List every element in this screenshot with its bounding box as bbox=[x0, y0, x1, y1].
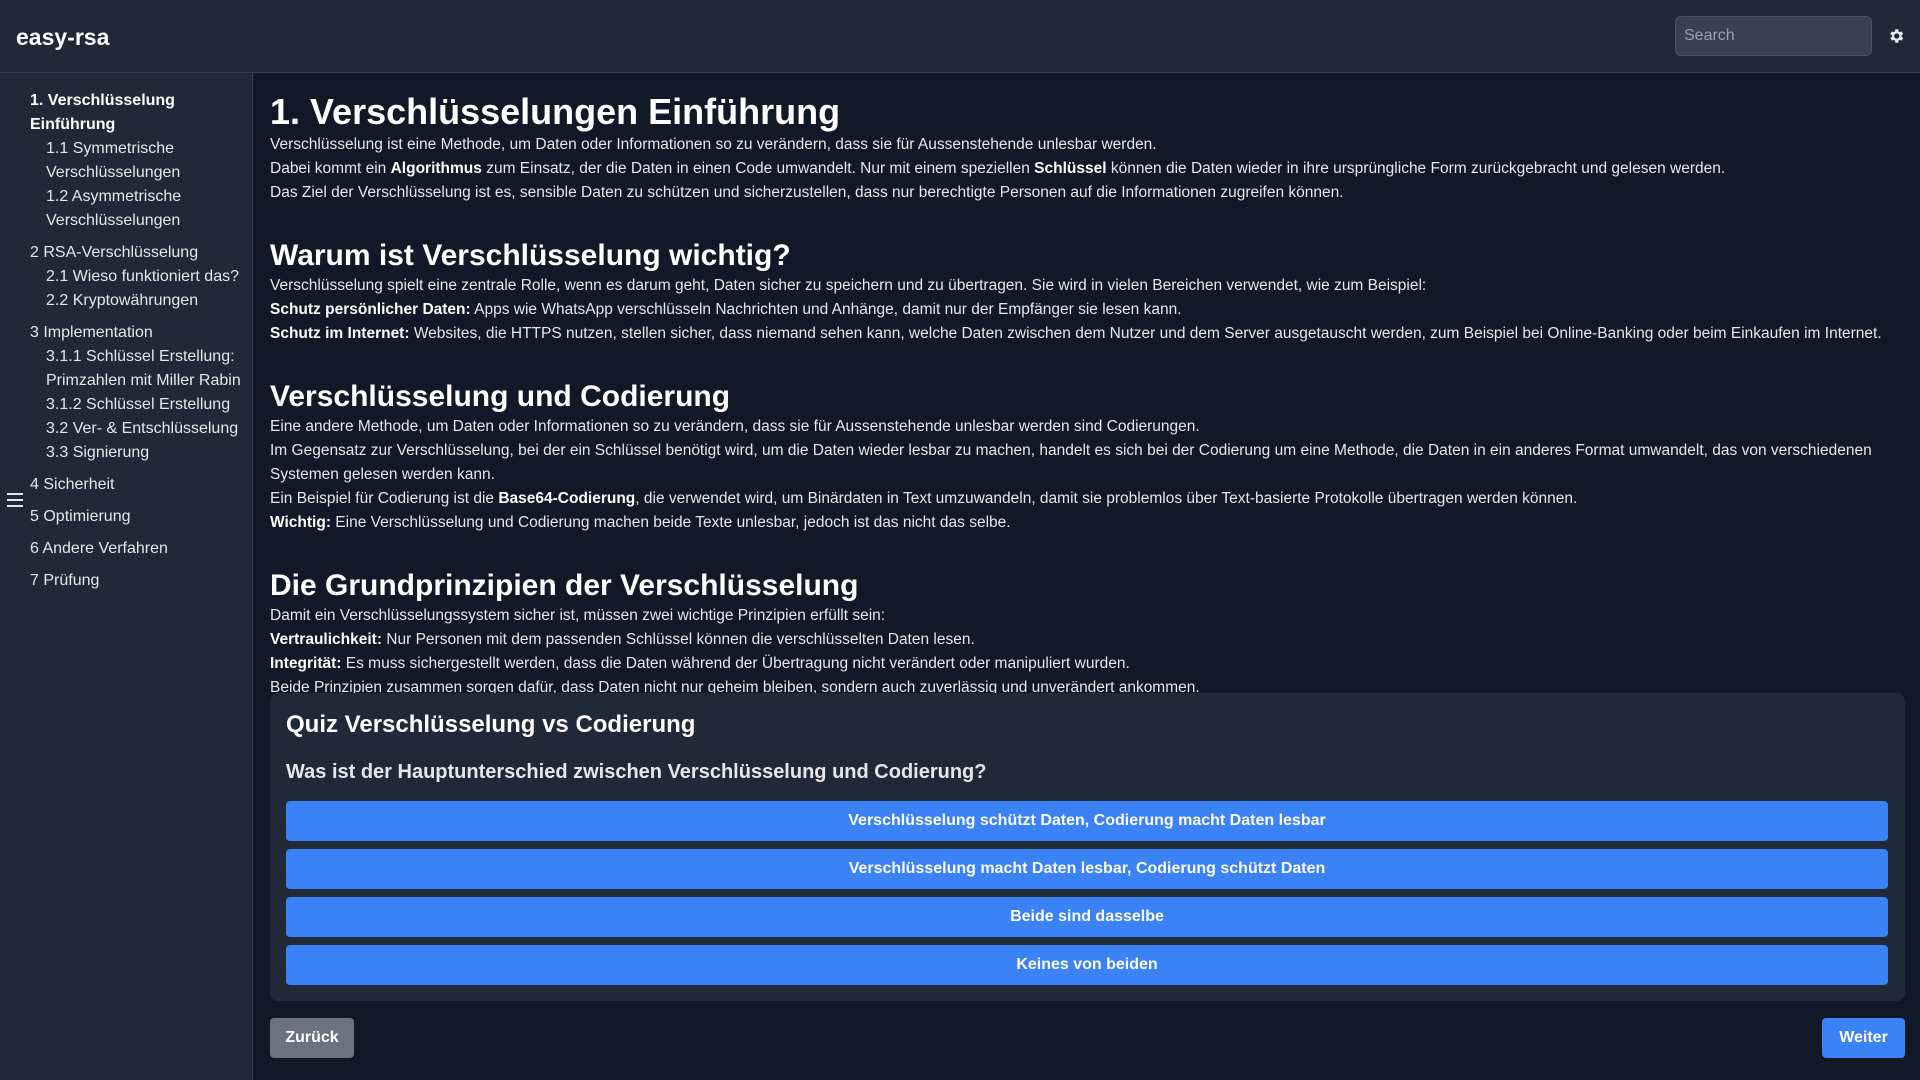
sidebar-item-miller-rabin[interactable]: 3.1.1 Schlüssel Erstellung: Primzahlen m… bbox=[0, 345, 252, 393]
sidebar-item-wieso[interactable]: 2.1 Wieso funktioniert das? bbox=[0, 265, 252, 289]
sidebar-item-krypto[interactable]: 2.2 Kryptowährungen bbox=[0, 289, 252, 313]
menu-bar bbox=[7, 493, 23, 495]
next-button[interactable]: Weiter bbox=[1822, 1018, 1905, 1058]
section-heading-coding: Verschlüsselung und Codierung bbox=[270, 380, 731, 413]
text: Nur Personen mit dem passenden Schlüssel… bbox=[382, 631, 975, 648]
quiz-panel: Quiz Verschlüsselung vs Codierung Was is… bbox=[270, 693, 1905, 1001]
sidebar-item-signierung[interactable]: 3.3 Signierung bbox=[0, 441, 252, 465]
bold-term: Wichtig: bbox=[270, 514, 331, 531]
principles-line-3: Integrität: Es muss sichergestellt werde… bbox=[270, 652, 1905, 676]
text: , die verwendet wird, um Binärdaten in T… bbox=[635, 490, 1578, 507]
why-line-3: Schutz im Internet: Websites, die HTTPS … bbox=[270, 322, 1905, 346]
sidebar-item-andere-verfahren[interactable]: 6 Andere Verfahren bbox=[0, 537, 252, 561]
why-line-2: Schutz persönlicher Daten: Apps wie What… bbox=[270, 298, 1905, 322]
sidebar-item-optimierung[interactable]: 5 Optimierung bbox=[0, 505, 252, 529]
menu-bar bbox=[7, 505, 23, 507]
coding-line-3: Ein Beispiel für Codierung ist die Base6… bbox=[270, 487, 1905, 511]
coding-line-2: Im Gegensatz zur Verschlüsselung, bei de… bbox=[270, 442, 1872, 483]
quiz-title: Quiz Verschlüsselung vs Codierung bbox=[286, 711, 696, 738]
quiz-option-4[interactable]: Keines von beiden bbox=[286, 945, 1888, 985]
quiz-question: Was ist der Hauptunterschied zwischen Ve… bbox=[286, 761, 987, 783]
sidebar-item-ver-entschluesselung[interactable]: 3.2 Ver- & Entschlüsselung bbox=[0, 417, 252, 441]
bold-term: Base64-Codierung bbox=[498, 490, 636, 507]
search-input[interactable] bbox=[1675, 16, 1872, 56]
quiz-option-3[interactable]: Beide sind dasselbe bbox=[286, 897, 1888, 937]
sidebar-item-asymmetrische[interactable]: 1.2 Asymmetrische Verschlüsselungen bbox=[0, 185, 252, 233]
text: zum Einsatz, der die Daten in einen Code… bbox=[481, 160, 1035, 177]
bold-term: Vertraulichkeit: bbox=[270, 631, 382, 648]
quiz-option-1[interactable]: Verschlüsselung schützt Daten, Codierung… bbox=[286, 801, 1888, 841]
top-bar: easy-rsa bbox=[0, 0, 1920, 73]
coding-line-1: Eine andere Methode, um Daten oder Infor… bbox=[270, 418, 1200, 435]
why-line-1: Verschlüsselung spielt eine zentrale Rol… bbox=[270, 277, 1427, 294]
sidebar-item-schluessel-erstellung[interactable]: 3.1.2 Schlüssel Erstellung bbox=[0, 393, 252, 417]
coding-line-4: Wichtig: Eine Verschlüsselung und Codier… bbox=[270, 511, 1905, 535]
principles-line-2: Vertraulichkeit: Nur Personen mit dem pa… bbox=[270, 628, 1905, 652]
bold-term: Schutz persönlicher Daten: bbox=[270, 301, 471, 318]
text: Websites, die HTTPS nutzen, stellen sich… bbox=[409, 325, 1882, 342]
app-brand[interactable]: easy-rsa bbox=[16, 24, 109, 51]
section-heading-principles: Die Grundprinzipien der Verschlüsselung bbox=[270, 569, 859, 602]
main-content: 1. Verschlüsselungen Einführung Verschlü… bbox=[270, 73, 1905, 1080]
bold-term: Algorithmus bbox=[390, 160, 482, 177]
sidebar-item-verschluesselung-einfuehrung[interactable]: 1. Verschlüsselung Einführung bbox=[0, 89, 252, 137]
sidebar-item-rsa[interactable]: 2 RSA-Verschlüsselung bbox=[0, 241, 252, 265]
sidebar-item-sicherheit[interactable]: 4 Sicherheit bbox=[0, 473, 252, 497]
bold-term: Schutz im Internet: bbox=[270, 325, 410, 342]
page-title: 1. Verschlüsselungen Einführung bbox=[270, 91, 841, 132]
sidebar-item-implementation[interactable]: 3 Implementation bbox=[0, 321, 252, 345]
menu-bar bbox=[7, 499, 23, 501]
sidebar-nav: 1. Verschlüsselung Einführung 1.1 Symmet… bbox=[0, 73, 253, 1080]
text: Ein Beispiel für Codierung ist die bbox=[270, 490, 499, 507]
bold-term: Schlüssel bbox=[1034, 160, 1107, 177]
intro-line-2: Dabei kommt ein Algorithmus zum Einsatz,… bbox=[270, 157, 1905, 181]
hamburger-menu-icon[interactable] bbox=[7, 493, 23, 507]
section-heading-why: Warum ist Verschlüsselung wichtig? bbox=[270, 239, 791, 272]
text: Es muss sichergestellt werden, dass die … bbox=[341, 655, 1130, 672]
bold-term: Integrität: bbox=[270, 655, 342, 672]
intro-line-1: Verschlüsselung ist eine Methode, um Dat… bbox=[270, 136, 1157, 153]
sidebar-item-symmetrische[interactable]: 1.1 Symmetrische Verschlüsselungen bbox=[0, 137, 252, 185]
text: können die Daten wieder in ihre ursprüng… bbox=[1106, 160, 1726, 177]
gear-icon[interactable] bbox=[1884, 22, 1908, 50]
text: Apps wie WhatsApp verschlüsseln Nachrich… bbox=[470, 301, 1182, 318]
principles-line-1: Damit ein Verschlüsselungssystem sicher … bbox=[270, 607, 886, 624]
back-button[interactable]: Zurück bbox=[270, 1018, 354, 1058]
text: Dabei kommt ein bbox=[270, 160, 391, 177]
text: Eine Verschlüsselung und Codierung mache… bbox=[331, 514, 1011, 531]
intro-line-3: Das Ziel der Verschlüsselung ist es, sen… bbox=[270, 184, 1344, 201]
quiz-option-2[interactable]: Verschlüsselung macht Daten lesbar, Codi… bbox=[286, 849, 1888, 889]
sidebar-item-pruefung[interactable]: 7 Prüfung bbox=[0, 569, 252, 593]
gear-icon-glyph bbox=[1890, 29, 1904, 43]
